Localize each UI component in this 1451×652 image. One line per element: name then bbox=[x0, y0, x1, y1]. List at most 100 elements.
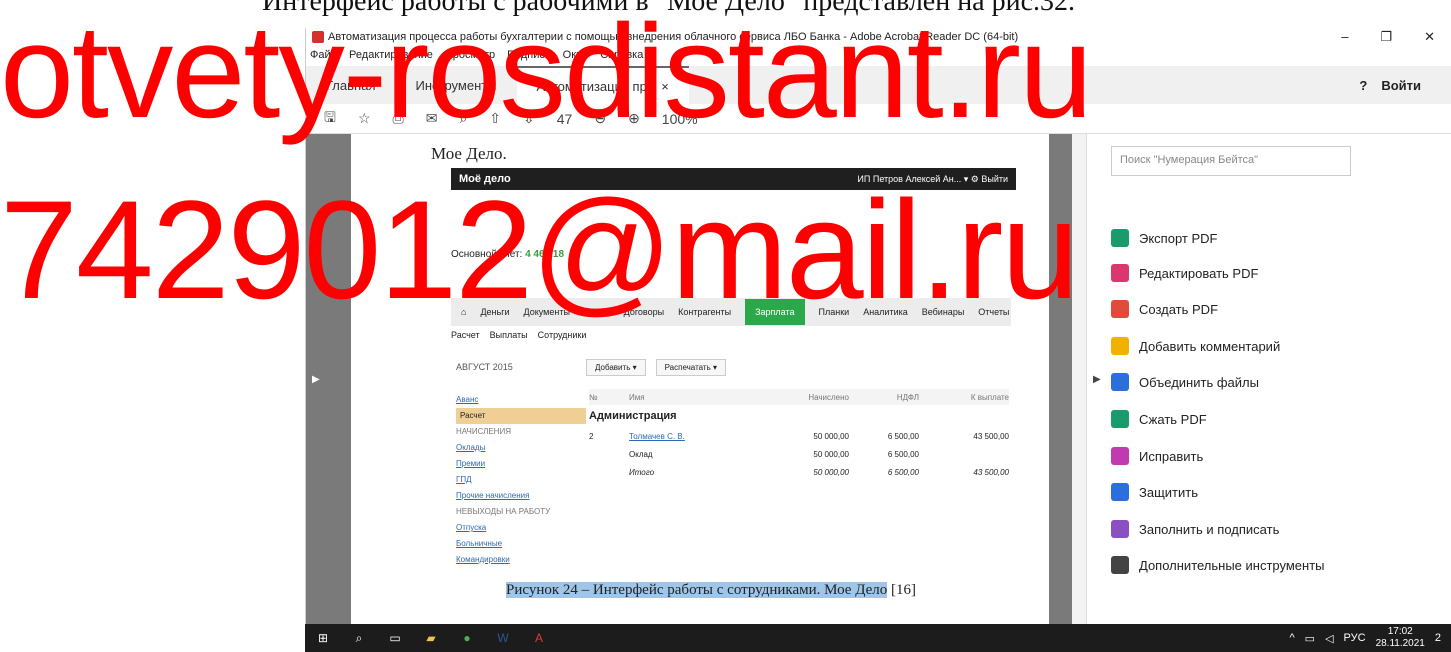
tool-label: Дополнительные инструменты bbox=[1139, 557, 1325, 573]
table-cell: Толмачев С. В. bbox=[629, 431, 685, 441]
tool-item[interactable]: Заполнить и подписать bbox=[1111, 520, 1279, 538]
tool-icon bbox=[1111, 483, 1129, 501]
table-cell: 50 000,00 bbox=[813, 431, 849, 441]
file-explorer-icon[interactable]: ▰ bbox=[413, 631, 449, 645]
minimize-icon[interactable]: – bbox=[1341, 29, 1348, 45]
tool-label: Сжать PDF bbox=[1139, 411, 1207, 427]
print-button: Распечатать ▾ bbox=[655, 359, 726, 376]
system-tray: ^ ▭ ◁ РУС 17:02 28.11.2021 2 bbox=[1289, 626, 1451, 650]
tray-chevron-icon[interactable]: ^ bbox=[1289, 632, 1294, 644]
table-cell: 6 500,00 bbox=[887, 449, 919, 459]
tool-icon bbox=[1111, 264, 1129, 282]
table-body: 2 Толмачев С. В. 50 000,00 6 500,00 43 500,0… bbox=[589, 427, 1009, 481]
tool-icon bbox=[1111, 410, 1129, 428]
table-cell: Оклад bbox=[629, 449, 653, 459]
col-name: Имя bbox=[629, 392, 645, 402]
table-cell: 50 000,00 bbox=[813, 467, 849, 477]
section-title: Администрация bbox=[589, 410, 677, 422]
col-num: № bbox=[589, 392, 598, 402]
caption-ref: [16] bbox=[891, 582, 917, 598]
tool-label: Защитить bbox=[1139, 484, 1198, 500]
word-icon[interactable]: W bbox=[485, 631, 521, 645]
subnav-item: Сотрудники bbox=[537, 330, 587, 340]
clock-time: 17:02 bbox=[1387, 626, 1413, 637]
sidebar-item: НЕВЫХОДЫ НА РАБОТУ bbox=[456, 507, 551, 516]
sidebar-item: Больничные bbox=[456, 539, 503, 548]
subnav-item: Выплаты bbox=[489, 330, 528, 340]
watermark-line-2: 7429012@mail.ru bbox=[0, 171, 1079, 328]
col-accrued: Начислено bbox=[808, 392, 849, 402]
task-view-icon[interactable]: ▭ bbox=[377, 631, 413, 645]
table-header: № Имя Начислено НДФЛ К выплате bbox=[589, 389, 1009, 405]
tool-label: Редактировать PDF bbox=[1139, 265, 1259, 281]
tool-icon bbox=[1111, 229, 1129, 247]
salary-table: № Имя Начислено НДФЛ К выплате Администр… bbox=[589, 389, 1009, 481]
col-payable: К выплате bbox=[970, 392, 1009, 402]
tools-panel: ▶ Поиск "Нумерация Бейтса" Экспорт PDF Ре… bbox=[1086, 134, 1451, 624]
sidebar-item: Оклады bbox=[456, 443, 486, 452]
tool-item[interactable]: Редактировать PDF bbox=[1111, 264, 1258, 282]
sidebar-item: ГПД bbox=[456, 475, 472, 484]
tool-item[interactable]: Защитить bbox=[1111, 483, 1198, 501]
acrobat-icon[interactable]: A bbox=[521, 631, 557, 645]
table-cell: 6 500,00 bbox=[887, 431, 919, 441]
tool-icon bbox=[1111, 300, 1129, 318]
subnav-item: Расчет bbox=[451, 330, 480, 340]
tool-item[interactable]: Создать PDF bbox=[1111, 300, 1218, 318]
tool-item[interactable]: Объединить файлы bbox=[1111, 373, 1259, 391]
moedelo-sidebar: Аванс Расчет НАЧИСЛЕНИЯ Оклады Премии ГПД Проч… bbox=[456, 392, 586, 568]
sign-in-button[interactable]: Войти bbox=[1381, 78, 1421, 93]
tool-item[interactable]: Экспорт PDF bbox=[1111, 229, 1217, 247]
table-cell: 2 bbox=[589, 431, 594, 441]
page-intro-text: Мое Дело. bbox=[431, 144, 507, 163]
windows-taskbar: ⊞ ⌕ ▭ ▰ ● W A ^ ▭ ◁ РУС 17:02 28.11.2021… bbox=[305, 624, 1451, 652]
tool-item[interactable]: Дополнительные инструменты bbox=[1111, 556, 1325, 574]
tool-label: Экспорт PDF bbox=[1139, 230, 1218, 246]
search-icon[interactable]: ⌕ bbox=[341, 631, 377, 646]
caption-highlight: Рисунок 24 – Интерфейс работы с сотрудни… bbox=[506, 582, 888, 598]
tool-item[interactable]: Исправить bbox=[1111, 447, 1203, 465]
network-icon[interactable]: ▭ bbox=[1305, 632, 1315, 645]
close-icon[interactable]: ✕ bbox=[1424, 29, 1435, 45]
tool-item[interactable]: Сжать PDF bbox=[1111, 410, 1207, 428]
sidebar-item: Командировки bbox=[456, 555, 510, 564]
tool-icon bbox=[1111, 337, 1129, 355]
figure-caption: Рисунок 24 – Интерфейс работы с сотрудни… bbox=[506, 582, 916, 599]
table-row: Оклад 50 000,00 6 500,00 bbox=[589, 445, 1009, 463]
sidebar-item: Аванс bbox=[456, 395, 479, 404]
tool-label: Исправить bbox=[1139, 448, 1204, 464]
chrome-icon[interactable]: ● bbox=[449, 631, 485, 645]
watermark-line-1: otvety-rosdistant.ru bbox=[0, 0, 1093, 146]
help-icon[interactable]: ? bbox=[1359, 78, 1367, 93]
col-tax: НДФЛ bbox=[896, 392, 919, 402]
tool-icon bbox=[1111, 447, 1129, 465]
tool-item[interactable]: Добавить комментарий bbox=[1111, 337, 1280, 355]
panel-collapse-icon[interactable]: ▶ bbox=[1093, 374, 1101, 385]
tool-icon bbox=[1111, 520, 1129, 538]
table-row: 2 Толмачев С. В. 50 000,00 6 500,00 43 500,0… bbox=[589, 427, 1009, 445]
restore-icon[interactable]: ❐ bbox=[1380, 29, 1392, 45]
tool-label: Заполнить и подписать bbox=[1139, 521, 1280, 537]
clock-date: 28.11.2021 bbox=[1375, 638, 1425, 649]
left-panel-toggle-icon[interactable]: ▶ bbox=[312, 374, 320, 385]
table-row: Итого 50 000,00 6 500,00 43 500,00 bbox=[589, 463, 1009, 481]
notification-icon[interactable]: 2 bbox=[1435, 632, 1441, 644]
sidebar-item: Отпуска bbox=[456, 523, 487, 532]
tool-icon bbox=[1111, 373, 1129, 391]
language-indicator[interactable]: РУС bbox=[1344, 632, 1366, 644]
tool-label: Объединить файлы bbox=[1139, 374, 1259, 390]
tools-search-input[interactable]: Поиск "Нумерация Бейтса" bbox=[1111, 146, 1351, 176]
sidebar-item: Расчет bbox=[456, 408, 586, 424]
clock[interactable]: 17:02 28.11.2021 bbox=[1376, 626, 1425, 650]
tool-label: Создать PDF bbox=[1139, 301, 1219, 317]
volume-icon[interactable]: ◁ bbox=[1325, 632, 1333, 645]
table-cell: 50 000,00 bbox=[813, 449, 849, 459]
window-controls: – ❐ ✕ bbox=[1341, 29, 1451, 45]
table-cell: 43 500,00 bbox=[973, 467, 1009, 477]
table-cell: 43 500,00 bbox=[973, 431, 1009, 441]
moedelo-actions: Добавить ▾ Распечатать ▾ bbox=[586, 359, 726, 376]
sidebar-item: НАЧИСЛЕНИЯ bbox=[456, 427, 511, 436]
windows-start-icon[interactable]: ⊞ bbox=[305, 631, 341, 645]
table-cell: Итого bbox=[629, 467, 655, 477]
month-label: АВГУСТ 2015 bbox=[456, 362, 513, 372]
